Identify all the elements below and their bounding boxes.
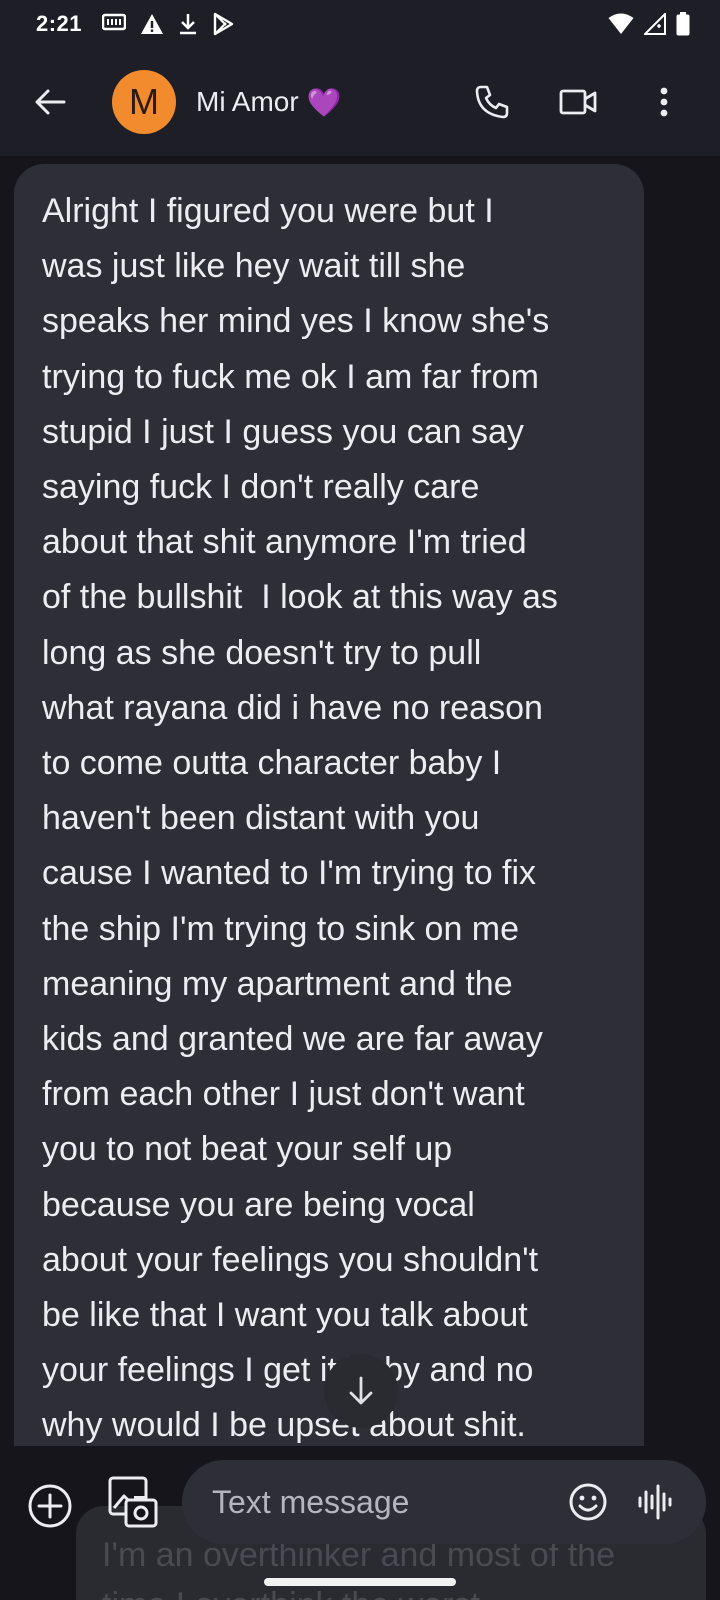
arrow-down-icon	[349, 1376, 373, 1405]
phone-icon	[475, 85, 509, 119]
download-icon	[178, 13, 198, 35]
more-options-button[interactable]	[638, 76, 690, 128]
back-button[interactable]	[22, 74, 78, 130]
video-camera-icon	[559, 89, 597, 115]
cell-signal-icon	[644, 13, 666, 35]
emoji-icon	[569, 1483, 607, 1521]
purple-heart-emoji: 💜	[306, 86, 342, 118]
warning-icon	[140, 13, 164, 35]
messages-notification-icon	[102, 13, 127, 35]
play-store-icon	[212, 12, 234, 36]
status-time: 2:21	[36, 11, 83, 36]
voice-message-button[interactable]	[632, 1480, 676, 1524]
call-button[interactable]	[466, 76, 518, 128]
message-input[interactable]: Text message	[182, 1460, 706, 1544]
incoming-message-bubble[interactable]: Alright I figured you were but I was jus…	[14, 164, 644, 1446]
add-attachment-button[interactable]	[26, 1482, 74, 1530]
conversation-header: M Mi Amor 💜	[0, 48, 720, 156]
contact-name-label: Mi Amor	[196, 86, 299, 117]
avatar-initial: M	[129, 81, 159, 122]
emoji-button[interactable]	[566, 1480, 610, 1524]
video-call-button[interactable]	[552, 76, 604, 128]
more-vert-icon	[660, 87, 668, 117]
battery-icon	[676, 12, 690, 36]
gallery-camera-icon	[108, 1476, 158, 1528]
contact-name[interactable]: Mi Amor 💜	[196, 86, 342, 119]
message-text: Alright I figured you were but I was jus…	[42, 192, 558, 1445]
audio-waveform-icon	[638, 1484, 672, 1520]
message-input-placeholder: Text message	[212, 1483, 410, 1520]
compose-bar: I'm an overthinker and most of the time …	[0, 1446, 720, 1600]
scroll-to-bottom-button[interactable]	[324, 1354, 398, 1428]
add-circle-icon	[28, 1484, 72, 1528]
status-bar: 2:21	[0, 0, 720, 48]
back-arrow-icon	[35, 89, 66, 115]
wifi-icon	[608, 13, 634, 35]
avatar[interactable]: M	[112, 70, 176, 134]
message-thread[interactable]: Alright I figured you were but I was jus…	[0, 156, 720, 1446]
gallery-button[interactable]	[108, 1476, 158, 1530]
underlying-message-text: I'm an overthinker and most of the time …	[102, 1536, 615, 1600]
navigation-gesture-bar[interactable]	[264, 1578, 456, 1586]
